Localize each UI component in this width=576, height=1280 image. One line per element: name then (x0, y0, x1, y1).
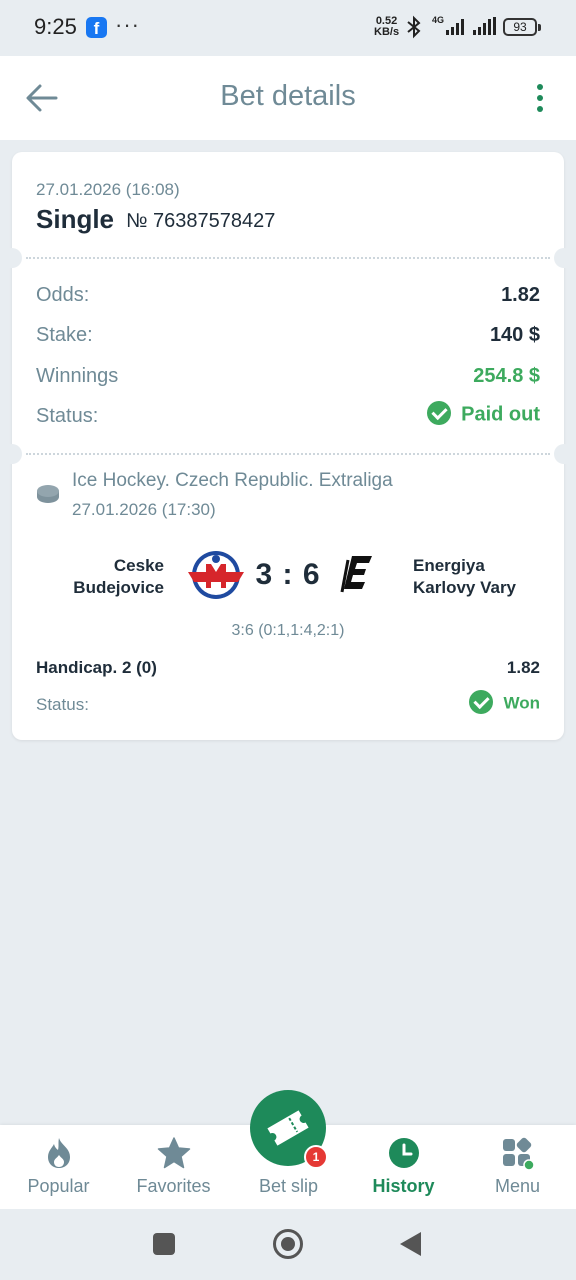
nav-label: Menu (494, 1176, 541, 1196)
bet-number: № 76387578427 (126, 210, 276, 232)
nav-label: Popular (27, 1176, 90, 1196)
hockey-puck-icon (37, 485, 59, 503)
check-circle-icon (469, 690, 494, 714)
status-badge: Paid out (427, 401, 540, 427)
more-notifications-icon: ··· (115, 12, 140, 37)
winnings-label: Winnings (36, 365, 119, 387)
event-status-badge: Won (469, 690, 540, 716)
nav-item-menu[interactable]: Menu (460, 1125, 575, 1209)
clock-time: 9:25 (34, 14, 77, 39)
ticket-notch (2, 444, 22, 464)
event-status-value: Won (503, 693, 540, 713)
status-value: Paid out (461, 403, 540, 426)
odds-value: 1.82 (501, 284, 540, 306)
network-speed-unit: KB/s (374, 26, 400, 38)
grid-icon (502, 1137, 535, 1171)
status-label: Status: (36, 405, 99, 427)
home-button[interactable] (273, 1229, 303, 1259)
signal-strength-icon (473, 17, 496, 35)
odds-label: Odds: (36, 284, 90, 306)
bet-type: Single (36, 204, 115, 234)
ticket-notch (554, 248, 574, 268)
nav-item-popular[interactable]: Popular (1, 1125, 116, 1209)
status-bar: 9:25 f ··· 0.52 KB/s 4G 93 (0, 0, 576, 56)
signal-strength-icon (446, 19, 464, 35)
divider (26, 453, 550, 455)
divider (26, 257, 550, 259)
bet-slip-badge: 1 (304, 1145, 328, 1169)
bluetooth-icon (407, 15, 421, 39)
league-name: Ice Hockey. Czech Republic. Extraliga (72, 470, 393, 491)
away-team-logo (340, 556, 372, 593)
ticket-notch (2, 248, 22, 268)
star-icon (157, 1137, 190, 1169)
nav-item-favorites[interactable]: Favorites (116, 1125, 231, 1209)
market-odds: 1.82 (506, 658, 540, 677)
clock-icon (388, 1138, 419, 1168)
score-by-period: 3:6 (0:1,1:4,2:1) (231, 622, 345, 639)
event-status-label: Status: (36, 695, 89, 714)
away-team-name: Energiya Karlovy Vary (413, 556, 517, 597)
ticket-notch (554, 444, 574, 464)
market-name: Handicap. 2 (0) (36, 658, 157, 677)
winnings-value: 254.8 $ (473, 365, 540, 387)
recent-apps-button[interactable] (153, 1233, 175, 1255)
flame-icon (47, 1138, 70, 1168)
app-bar: Bet details (0, 56, 576, 140)
network-type: 4G (432, 15, 445, 25)
nav-label: History (372, 1176, 435, 1196)
nav-item-history[interactable]: History (346, 1125, 461, 1209)
check-circle-icon (427, 401, 452, 425)
more-options-button[interactable] (524, 78, 556, 118)
bet-details-card: 27.01.2026 (16:08) Single № 76387578427 … (2, 152, 574, 740)
event-date: 27.01.2026 (17:30) (72, 500, 216, 519)
page-title: Bet details (220, 80, 356, 112)
network-speed: 0.52 KB/s (374, 16, 399, 38)
nav-label: Favorites (136, 1176, 211, 1196)
battery-indicator: 93 (503, 18, 541, 36)
system-back-button[interactable] (400, 1232, 421, 1256)
stake-value: 140 $ (489, 324, 540, 346)
system-navigation-bar (0, 1209, 576, 1280)
nav-label: Bet slip (258, 1176, 319, 1196)
bet-date: 27.01.2026 (16:08) (36, 180, 180, 199)
facebook-notification-icon: f (86, 17, 107, 38)
kebab-menu-icon (537, 84, 543, 90)
stake-label: Stake: (36, 324, 93, 346)
